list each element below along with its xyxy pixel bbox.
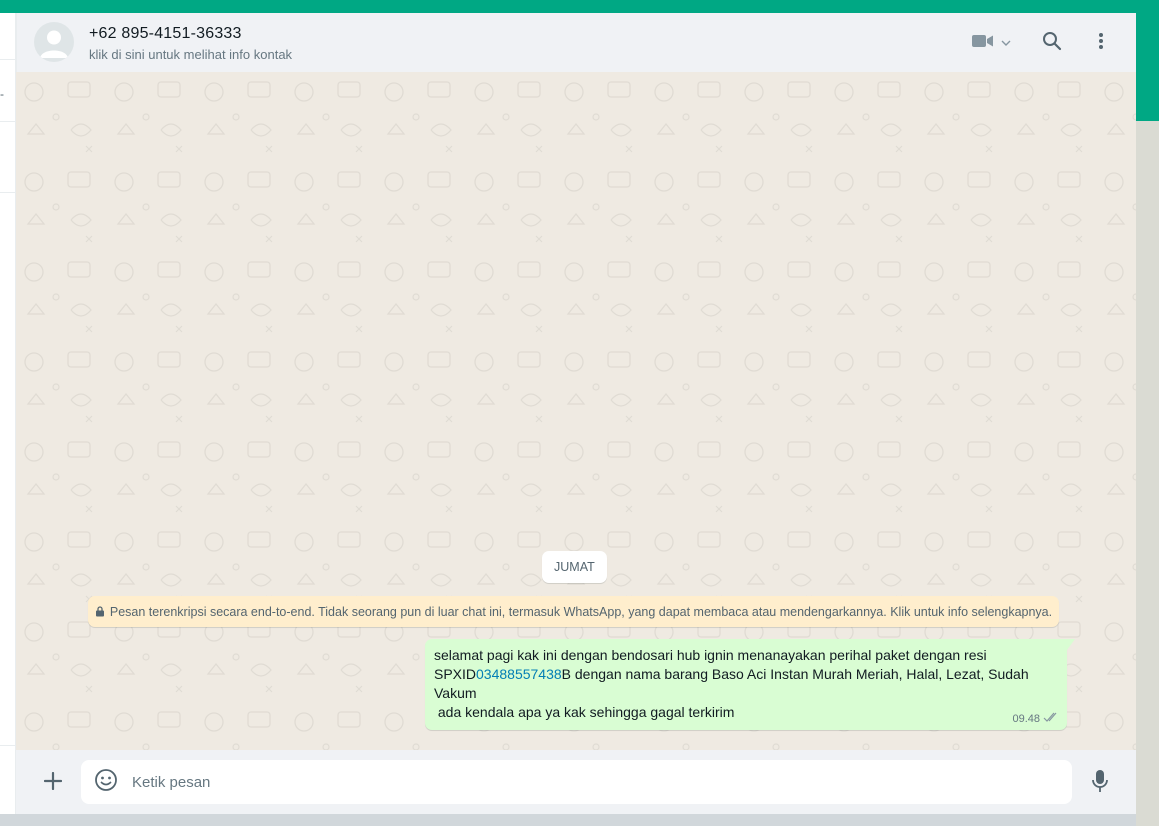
emoji-icon xyxy=(94,768,118,797)
top-accent-bar xyxy=(0,0,1159,13)
compose-bar xyxy=(16,750,1136,814)
date-separator: JUMAT xyxy=(542,551,607,583)
right-accent-strip xyxy=(1136,13,1159,121)
contact-name[interactable]: +62 895-4151-36333 xyxy=(89,25,242,43)
contact-info-hint[interactable]: klik di sini untuk melihat info kontak xyxy=(89,47,292,62)
side-partial-glyph: - xyxy=(0,87,4,101)
emoji-button[interactable] xyxy=(93,768,119,797)
menu-icon xyxy=(1098,32,1104,55)
resi-prefix: SPXID xyxy=(434,666,477,682)
chat-list-pane-edge: - xyxy=(0,13,16,814)
bubble-tail xyxy=(1067,639,1075,650)
message-time: 09.48 xyxy=(1012,713,1040,725)
side-divider xyxy=(0,59,15,60)
plus-icon xyxy=(43,771,63,795)
message-input[interactable] xyxy=(132,760,1052,804)
menu-button[interactable] xyxy=(1086,27,1116,59)
voice-message-button[interactable] xyxy=(1083,766,1117,800)
message-area[interactable]: JUMAT Pesan terenkripsi secara end-to-en… xyxy=(16,72,1136,750)
avatar-icon[interactable] xyxy=(34,22,74,62)
video-call-button[interactable] xyxy=(968,27,1014,59)
attach-button[interactable] xyxy=(36,766,70,800)
conversation-panel: +62 895-4151-36333 klik di sini untuk me… xyxy=(16,13,1136,814)
microphone-icon xyxy=(1092,769,1108,798)
side-divider xyxy=(0,121,15,122)
lock-icon xyxy=(95,606,104,617)
side-divider xyxy=(0,745,15,746)
search-button[interactable] xyxy=(1036,27,1068,59)
outgoing-message[interactable]: selamat pagi kak ini dengan bendosari hu… xyxy=(425,639,1075,730)
message-line: ada kendala apa ya kak sehingga gagal te… xyxy=(434,704,735,720)
chevron-down-icon xyxy=(1001,34,1011,52)
message-text: selamat pagi kak ini dengan bendosari hu… xyxy=(434,646,1054,722)
bottom-app-edge xyxy=(0,814,1136,826)
video-call-icon xyxy=(971,34,994,53)
resi-number-link[interactable]: 03488557438 xyxy=(476,666,562,682)
encryption-notice-text: Pesan terenkripsi secara end-to-end. Tid… xyxy=(109,604,1053,619)
double-check-icon xyxy=(1040,712,1059,726)
search-icon xyxy=(1042,31,1062,56)
message-line: SPXID03488557438B dengan nama barang Bas… xyxy=(434,665,1054,703)
message-line: selamat pagi kak ini dengan bendosari hu… xyxy=(434,647,987,663)
encryption-notice[interactable]: Pesan terenkripsi secara end-to-end. Tid… xyxy=(88,596,1059,627)
conversation-header[interactable]: +62 895-4151-36333 klik di sini untuk me… xyxy=(16,13,1136,72)
message-meta: 09.48 xyxy=(1012,712,1059,726)
side-divider xyxy=(0,192,15,193)
message-input-box[interactable] xyxy=(81,760,1072,804)
